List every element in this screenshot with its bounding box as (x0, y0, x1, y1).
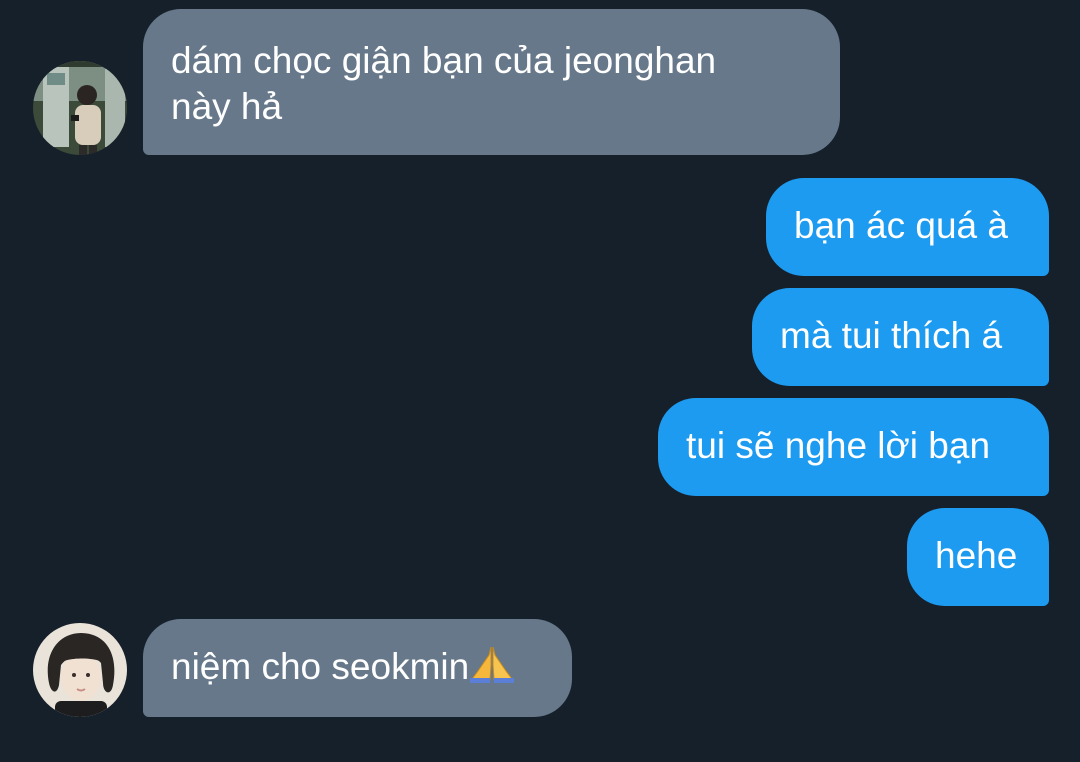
message-bubble-incoming[interactable]: dám chọc giận bạn của jeonghan này hả (143, 9, 840, 155)
message-text: bạn ác quá à (794, 205, 1008, 246)
message-text: mà tui thích á (780, 315, 1003, 356)
contact-avatar[interactable] (33, 623, 127, 717)
message-bubble-outgoing[interactable]: bạn ác quá à (766, 178, 1049, 276)
message-text-line: này hả (171, 86, 283, 127)
message-bubble-outgoing[interactable]: hehe (907, 508, 1049, 606)
message-text: tui sẽ nghe lời bạn (686, 425, 991, 466)
chat-thread: dám chọc giận bạn của jeonghan này hả bạ… (0, 0, 1080, 762)
contact-photo-2 (33, 623, 127, 717)
message-bubble-outgoing[interactable]: mà tui thích á (752, 288, 1049, 386)
message-text-line: dám chọc giận bạn của jeonghan (171, 40, 717, 81)
message-text: niệm cho seokmin (171, 646, 470, 687)
contact-photo-1 (33, 61, 127, 155)
contact-avatar[interactable] (33, 61, 127, 155)
message-text: hehe (935, 535, 1018, 576)
message-bubble-outgoing[interactable]: tui sẽ nghe lời bạn (658, 398, 1049, 496)
message-bubble-incoming[interactable]: niệm cho seokmin (143, 619, 572, 717)
folded-hands-icon (470, 645, 515, 694)
